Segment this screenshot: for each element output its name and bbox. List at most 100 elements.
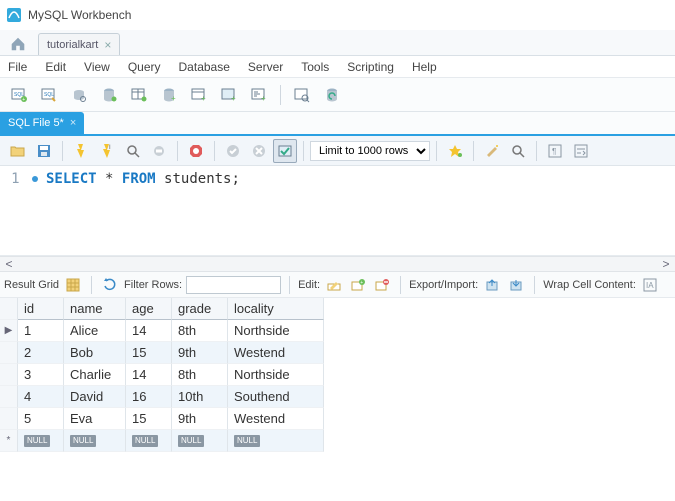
cell[interactable]: 4: [18, 386, 64, 408]
inspector-icon[interactable]: [66, 82, 92, 108]
table-row[interactable]: 4 David 16 10th Southend: [0, 386, 675, 408]
edit-row-icon[interactable]: [324, 275, 344, 295]
table-row[interactable]: 3 Charlie 14 8th Northside: [0, 364, 675, 386]
scroll-left-icon[interactable]: <: [2, 257, 16, 271]
row-selector[interactable]: [0, 364, 18, 386]
menu-edit[interactable]: Edit: [45, 60, 66, 74]
cell[interactable]: Southend: [228, 386, 324, 408]
wrap-cell-icon[interactable]: IA: [640, 275, 660, 295]
add-view-icon[interactable]: +: [216, 82, 242, 108]
import-icon[interactable]: [506, 275, 526, 295]
open-file-icon[interactable]: [6, 139, 30, 163]
cell[interactable]: 14: [126, 320, 172, 342]
cell[interactable]: 8th: [172, 320, 228, 342]
limit-rows-select[interactable]: Limit to 1000 rows: [310, 141, 430, 161]
menu-scripting[interactable]: Scripting: [347, 60, 394, 74]
cell[interactable]: Westend: [228, 342, 324, 364]
scroll-right-icon[interactable]: >: [659, 257, 673, 271]
menu-tools[interactable]: Tools: [301, 60, 329, 74]
menu-server[interactable]: Server: [248, 60, 283, 74]
cell[interactable]: 3: [18, 364, 64, 386]
current-row-marker-icon[interactable]: ▶: [0, 320, 18, 342]
code-area[interactable]: SELECT * FROM students;: [40, 166, 675, 255]
result-grid[interactable]: id name age grade locality ▶ 1 Alice 14 …: [0, 298, 675, 452]
cell[interactable]: 15: [126, 342, 172, 364]
filter-rows-input[interactable]: [186, 276, 281, 294]
open-sql-icon[interactable]: SQL: [36, 82, 62, 108]
favorite-icon[interactable]: [443, 139, 467, 163]
add-routine-icon[interactable]: +: [246, 82, 272, 108]
col-age[interactable]: age: [126, 298, 172, 320]
cell[interactable]: NULL: [126, 430, 172, 452]
new-row[interactable]: * NULL NULL NULL NULL NULL: [0, 430, 675, 452]
invisible-chars-icon[interactable]: ¶: [543, 139, 567, 163]
cell[interactable]: NULL: [18, 430, 64, 452]
cell[interactable]: 9th: [172, 408, 228, 430]
sql-tab[interactable]: SQL File 5* ×: [0, 112, 84, 134]
col-grade[interactable]: grade: [172, 298, 228, 320]
cell[interactable]: 10th: [172, 386, 228, 408]
menu-help[interactable]: Help: [412, 60, 437, 74]
cell[interactable]: Eva: [64, 408, 126, 430]
cell[interactable]: Westend: [228, 408, 324, 430]
explain-icon[interactable]: [121, 139, 145, 163]
col-name[interactable]: name: [64, 298, 126, 320]
cell[interactable]: NULL: [172, 430, 228, 452]
row-selector[interactable]: [0, 342, 18, 364]
cell[interactable]: NULL: [228, 430, 324, 452]
save-icon[interactable]: [32, 139, 56, 163]
wrap-icon[interactable]: [569, 139, 593, 163]
close-icon[interactable]: ×: [104, 38, 111, 52]
schema-icon[interactable]: [96, 82, 122, 108]
rollback-icon[interactable]: [247, 139, 271, 163]
new-sql-tab-icon[interactable]: SQL+: [6, 82, 32, 108]
stop-icon[interactable]: [147, 139, 171, 163]
cell[interactable]: 5: [18, 408, 64, 430]
new-row-marker-icon[interactable]: *: [0, 430, 18, 452]
add-row-icon[interactable]: +: [348, 275, 368, 295]
row-selector[interactable]: [0, 386, 18, 408]
table-row[interactable]: 5 Eva 15 9th Westend: [0, 408, 675, 430]
cell[interactable]: 9th: [172, 342, 228, 364]
cell[interactable]: NULL: [64, 430, 126, 452]
cell[interactable]: Northside: [228, 364, 324, 386]
cell[interactable]: Alice: [64, 320, 126, 342]
add-schema-icon[interactable]: +: [156, 82, 182, 108]
menu-query[interactable]: Query: [128, 60, 161, 74]
home-icon[interactable]: [4, 33, 32, 55]
cell[interactable]: Charlie: [64, 364, 126, 386]
row-selector[interactable]: [0, 408, 18, 430]
menu-database[interactable]: Database: [179, 60, 230, 74]
reconnect-icon[interactable]: [319, 82, 345, 108]
execute-icon[interactable]: [69, 139, 93, 163]
menu-file[interactable]: File: [8, 60, 27, 74]
find-icon[interactable]: [506, 139, 530, 163]
commit-icon[interactable]: [221, 139, 245, 163]
table-icon[interactable]: [126, 82, 152, 108]
col-id[interactable]: id: [18, 298, 64, 320]
add-table-icon[interactable]: +: [186, 82, 212, 108]
execute-current-icon[interactable]: I: [95, 139, 119, 163]
table-row[interactable]: ▶ 1 Alice 14 8th Northside: [0, 320, 675, 342]
menu-view[interactable]: View: [84, 60, 110, 74]
cell[interactable]: Northside: [228, 320, 324, 342]
export-icon[interactable]: [482, 275, 502, 295]
cell[interactable]: 16: [126, 386, 172, 408]
cell[interactable]: 8th: [172, 364, 228, 386]
cell[interactable]: Bob: [64, 342, 126, 364]
refresh-icon[interactable]: [100, 275, 120, 295]
cell[interactable]: David: [64, 386, 126, 408]
close-icon[interactable]: ×: [70, 117, 76, 129]
delete-row-icon[interactable]: [372, 275, 392, 295]
cell[interactable]: 14: [126, 364, 172, 386]
cell[interactable]: 1: [18, 320, 64, 342]
beautify-icon[interactable]: [480, 139, 504, 163]
search-table-icon[interactable]: [289, 82, 315, 108]
cell[interactable]: 2: [18, 342, 64, 364]
stop-on-error-icon[interactable]: [184, 139, 208, 163]
autocommit-icon[interactable]: [273, 139, 297, 163]
table-row[interactable]: 2 Bob 15 9th Westend: [0, 342, 675, 364]
cell[interactable]: 15: [126, 408, 172, 430]
sql-editor[interactable]: 1 SELECT * FROM students;: [0, 166, 675, 256]
col-locality[interactable]: locality: [228, 298, 324, 320]
